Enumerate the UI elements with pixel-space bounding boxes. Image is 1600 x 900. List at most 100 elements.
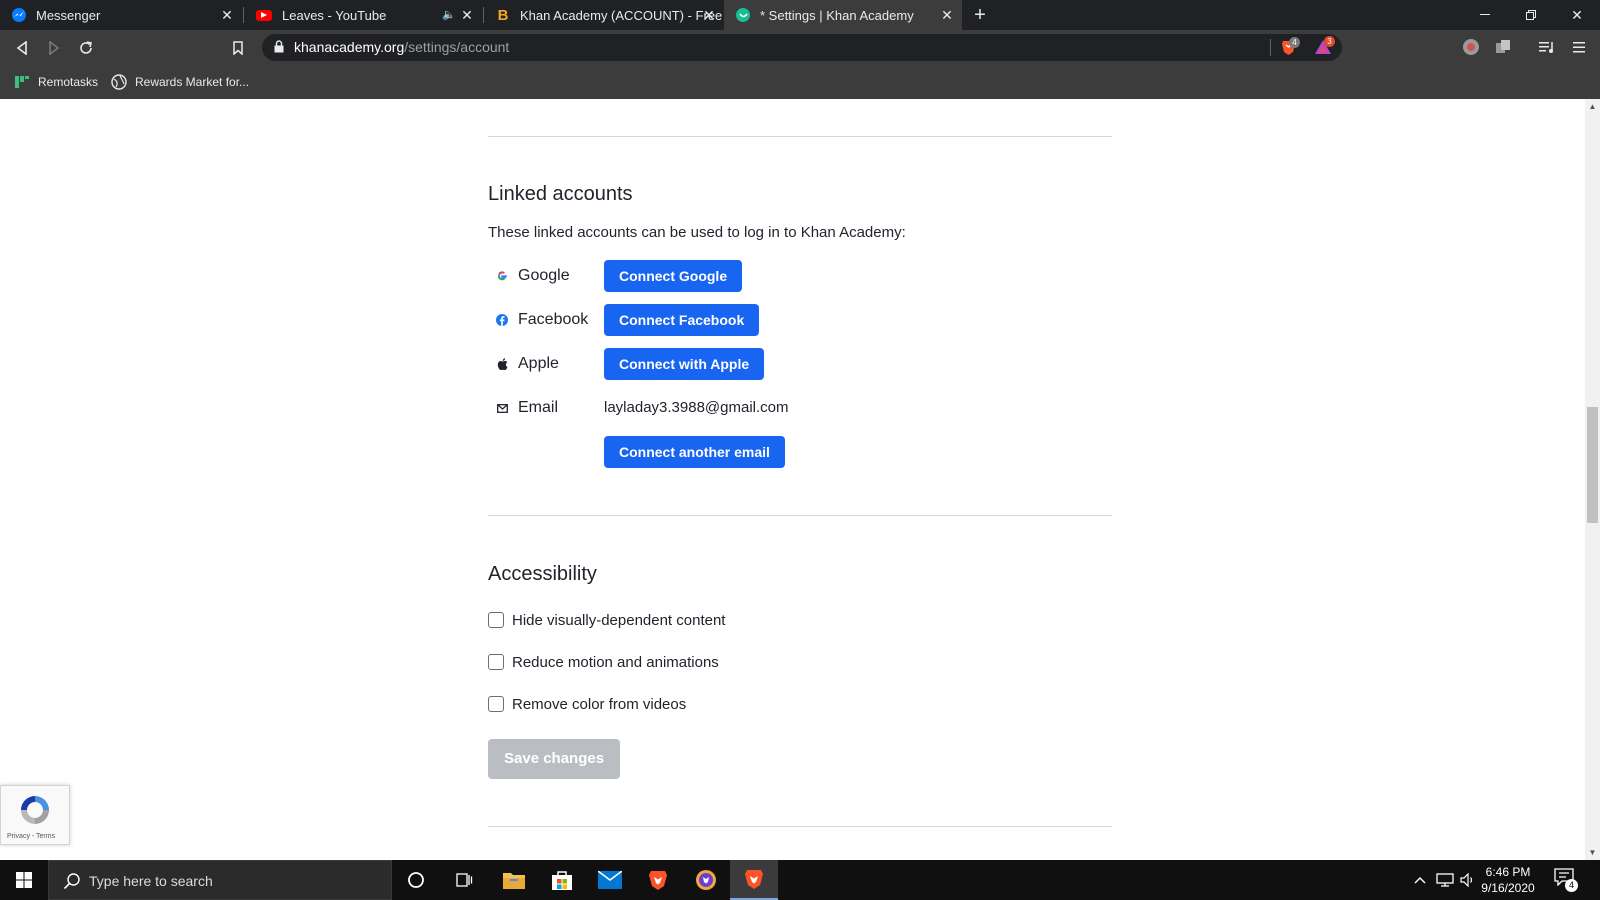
show-hidden-icons-button[interactable] — [1414, 860, 1426, 900]
close-tab-icon[interactable]: ✕ — [460, 8, 474, 22]
connect-another-email-button[interactable]: Connect another email — [604, 436, 785, 468]
tab-messenger[interactable]: Messenger ✕ — [0, 0, 242, 30]
accessibility-heading: Accessibility — [488, 563, 597, 585]
connect-google-button[interactable]: Connect Google — [604, 260, 743, 292]
account-label: Apple — [518, 355, 559, 372]
back-button[interactable] — [10, 36, 34, 60]
brave-rewards-icon[interactable]: 3 — [1314, 36, 1335, 56]
bookmark-remotasks[interactable]: Remotasks — [14, 72, 98, 92]
checkbox[interactable] — [488, 696, 504, 712]
section-divider — [488, 826, 1112, 827]
tab-strip: Messenger ✕ Leaves - YouTube 🔈 ✕ B Khan … — [0, 0, 1600, 30]
chevron-up-icon — [1414, 877, 1426, 884]
option-reduce-motion[interactable]: Reduce motion and animations — [488, 652, 719, 672]
address-bar[interactable]: khanacademy.org/settings/account 4 3 — [262, 34, 1342, 61]
section-divider — [488, 515, 1112, 516]
checkbox-label: Reduce motion and animations — [512, 653, 719, 671]
taskbar-search-input[interactable]: Type here to search — [48, 860, 392, 900]
tab-title: * Settings | Khan Academy — [760, 7, 914, 23]
checkbox-label: Remove color from videos — [512, 695, 687, 713]
extension-avatar-icon[interactable] — [1462, 38, 1480, 56]
save-changes-button[interactable]: Save changes — [488, 739, 621, 779]
scroll-up-arrow[interactable]: ▲ — [1585, 99, 1600, 114]
account-label: Email — [518, 399, 559, 416]
scrollbar-thumb[interactable] — [1587, 407, 1598, 523]
extensions-icon[interactable] — [1494, 38, 1512, 56]
mail-app-icon — [598, 871, 622, 889]
action-center-button[interactable]: 4 — [1554, 868, 1580, 892]
bookmarks-bar: Remotasks Rewards Market for... — [0, 65, 1600, 99]
brave-icon — [745, 870, 763, 889]
section-divider — [488, 136, 1112, 137]
new-tab-button[interactable]: + — [968, 3, 992, 27]
minimize-button[interactable] — [1462, 0, 1508, 30]
checkbox-label: Hide visually-dependent content — [512, 611, 726, 629]
checkbox[interactable] — [488, 612, 504, 628]
linked-account-google: Google — [496, 260, 570, 292]
folder-icon — [503, 873, 525, 889]
recaptcha-links[interactable]: Privacy - Terms — [7, 833, 55, 840]
linked-account-email: Email — [496, 392, 558, 424]
search-icon — [63, 873, 80, 890]
task-view-icon — [456, 873, 473, 887]
windows-start-button[interactable] — [0, 860, 48, 900]
clock-date: 9/16/2020 — [1481, 881, 1535, 895]
browser-toolbar: khanacademy.org/settings/account 4 3 — [0, 30, 1600, 65]
tab-khan-academy-account[interactable]: B Khan Academy (ACCOUNT) - Free ✕ — [484, 0, 724, 30]
forward-button[interactable] — [42, 36, 66, 60]
recaptcha-badge[interactable]: Privacy - Terms — [0, 785, 70, 845]
bookmark-label: Rewards Market for... — [135, 75, 250, 89]
clock-time: 6:46 PM — [1485, 865, 1531, 879]
cortana-icon — [408, 872, 424, 888]
close-tab-icon[interactable]: ✕ — [702, 8, 716, 22]
close-window-button[interactable]: ✕ — [1554, 0, 1600, 30]
media-playlist-icon[interactable] — [1538, 38, 1556, 56]
connect-facebook-button[interactable]: Connect Facebook — [604, 304, 760, 336]
restore-button[interactable] — [1508, 0, 1554, 30]
connect-apple-button[interactable]: Connect with Apple — [604, 348, 765, 380]
scroll-down-arrow[interactable]: ▼ — [1585, 845, 1600, 860]
bookmark-rewards-market[interactable]: Rewards Market for... — [111, 72, 249, 92]
account-label: Facebook — [518, 311, 589, 328]
task-view-button[interactable] — [440, 860, 488, 900]
recaptcha-icon — [21, 796, 49, 824]
tab-title: Khan Academy (ACCOUNT) - Free — [520, 7, 723, 23]
microsoft-store-button[interactable] — [538, 860, 586, 900]
linked-accounts-heading: Linked accounts — [488, 183, 633, 205]
youtube-icon — [256, 9, 272, 21]
bookmark-icon[interactable] — [226, 36, 250, 60]
mail-app-button[interactable] — [586, 860, 634, 900]
tab-settings[interactable]: * Settings | Khan Academy ✕ — [724, 0, 962, 30]
shield-count-badge: 4 — [1289, 37, 1300, 48]
close-tab-icon[interactable]: ✕ — [940, 8, 954, 22]
notification-count-badge: 4 — [1565, 879, 1578, 892]
brave-nightly-button[interactable] — [730, 860, 778, 900]
checkbox[interactable] — [488, 654, 504, 670]
option-remove-color[interactable]: Remove color from videos — [488, 694, 686, 714]
menu-icon[interactable] — [1570, 38, 1588, 56]
windows-logo-icon — [16, 872, 32, 888]
messenger-icon — [12, 8, 26, 22]
facebook-icon — [496, 314, 508, 326]
account-label: Google — [518, 267, 570, 284]
network-button[interactable] — [1436, 860, 1454, 900]
file-explorer-button[interactable] — [490, 860, 538, 900]
reload-button[interactable] — [74, 36, 98, 60]
brave-beta-button[interactable] — [682, 860, 730, 900]
option-hide-visual-content[interactable]: Hide visually-dependent content — [488, 610, 725, 630]
linked-account-apple: Apple — [496, 348, 559, 380]
volume-button[interactable] — [1460, 860, 1476, 900]
linked-email-value: layladay3.3988@gmail.com — [604, 399, 789, 416]
page-scrollbar[interactable]: ▲ ▼ — [1585, 99, 1600, 860]
rewards-count-badge: 3 — [1324, 36, 1335, 47]
search-placeholder: Type here to search — [89, 873, 213, 889]
cortana-button[interactable] — [392, 860, 440, 900]
brave-icon — [649, 871, 667, 890]
taskbar-clock[interactable]: 6:46 PM 9/16/2020 — [1476, 864, 1540, 896]
brave-shields-icon[interactable]: 4 — [1280, 37, 1300, 56]
khan-academy-icon — [736, 8, 750, 22]
speaker-icon[interactable]: 🔈 — [442, 8, 456, 21]
tab-youtube[interactable]: Leaves - YouTube 🔈 ✕ — [244, 0, 482, 30]
close-tab-icon[interactable]: ✕ — [220, 8, 234, 22]
brave-browser-button[interactable] — [634, 860, 682, 900]
